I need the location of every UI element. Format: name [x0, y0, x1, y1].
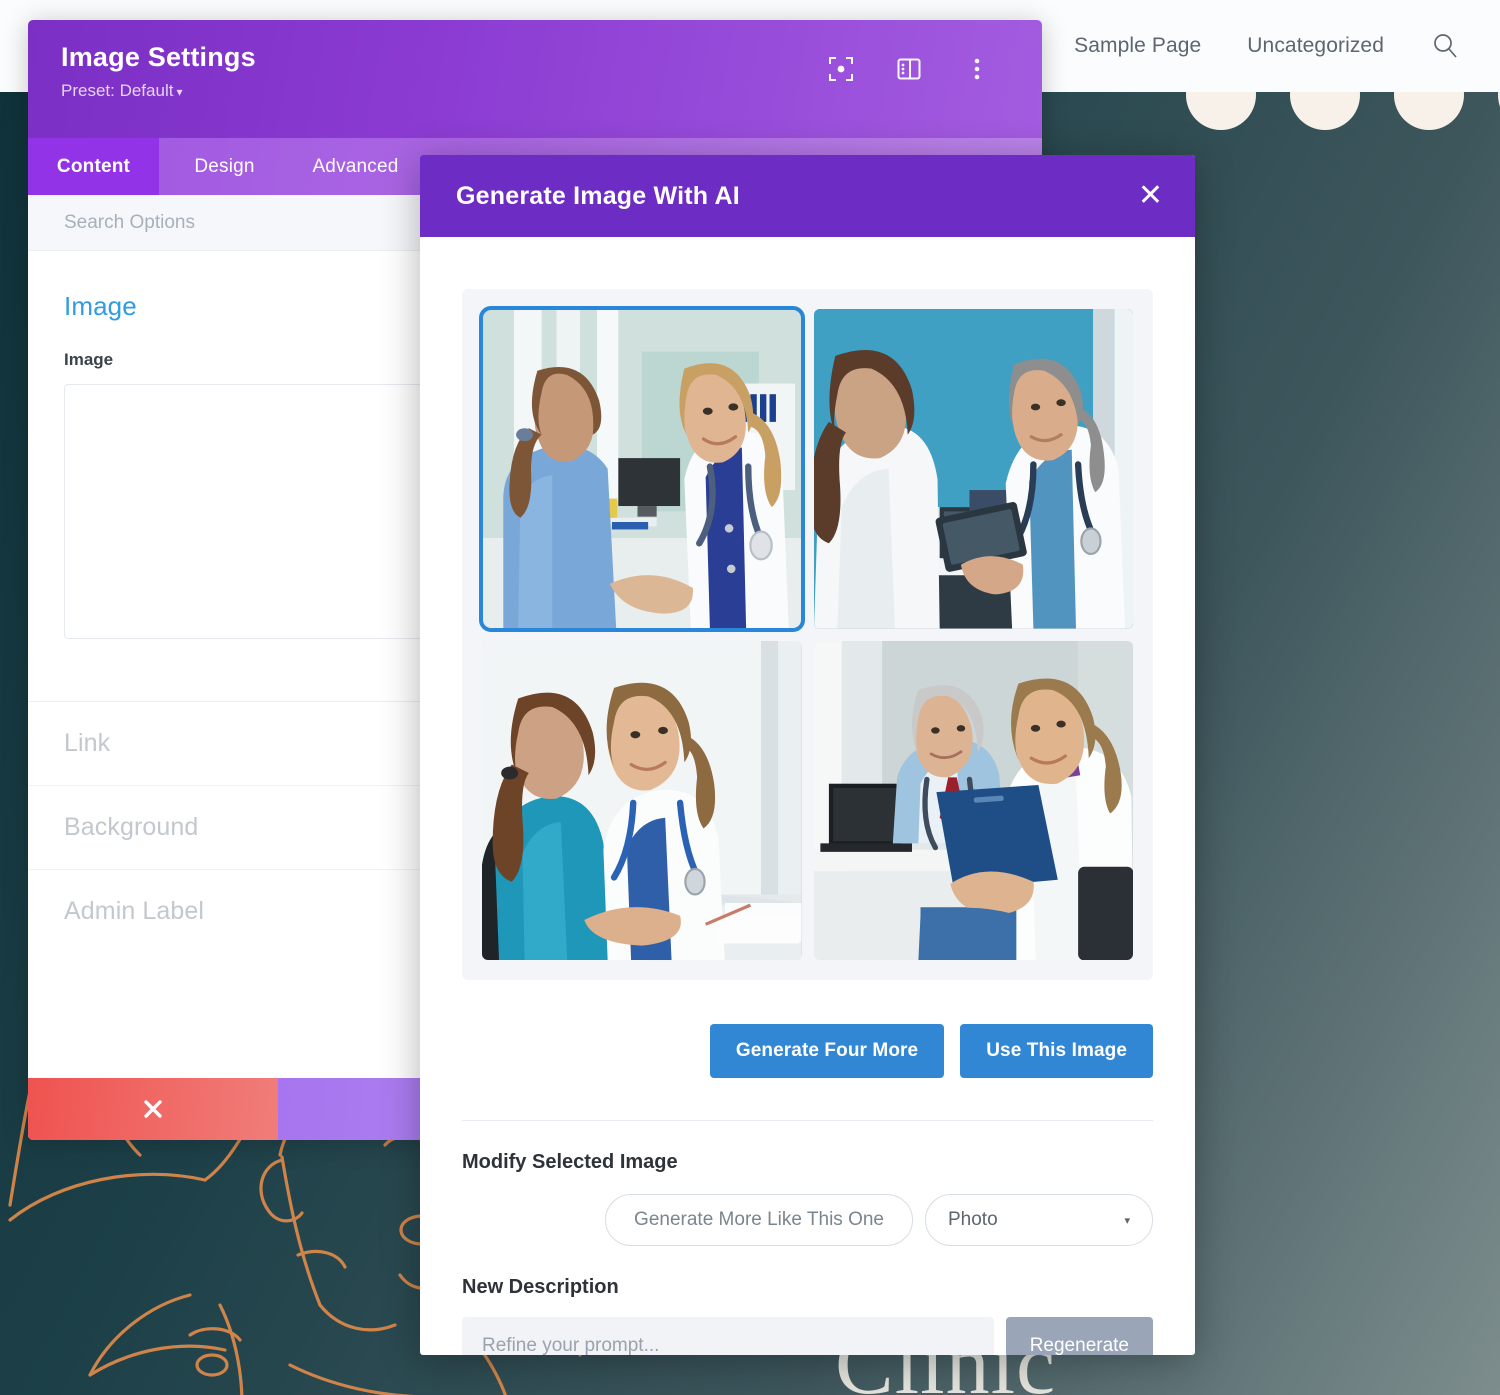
section-admin-label-label: Admin Label: [64, 897, 205, 925]
chevron-down-icon: ▾: [176, 85, 183, 99]
more-vertical-icon[interactable]: [964, 56, 990, 82]
modal-header: Generate Image With AI ✕: [420, 155, 1195, 237]
focus-icon[interactable]: [828, 56, 854, 82]
tab-content[interactable]: Content: [28, 138, 159, 195]
modal-body: Generate Four More Use This Image Modify…: [420, 237, 1195, 1355]
section-link-label: Link: [64, 729, 111, 757]
generated-images-grid: [462, 289, 1153, 980]
image-style-value: Photo: [948, 1209, 998, 1230]
tab-advanced[interactable]: Advanced: [290, 138, 421, 195]
generate-image-ai-modal: Generate Image With AI ✕ Generate Four M…: [420, 155, 1195, 1355]
modify-selected-image-label: Modify Selected Image: [462, 1151, 678, 1173]
modify-controls-row: Generate More Like This One Photo ▾: [462, 1174, 1153, 1246]
panel-header: Image Settings Preset: Default ▾: [28, 20, 1042, 138]
search-icon[interactable]: [1430, 31, 1460, 61]
scallop-circle: [1186, 92, 1256, 130]
layout-panel-icon[interactable]: [896, 56, 922, 82]
preset-label: Preset: Default: [61, 81, 174, 100]
search-options-placeholder: Search Options: [64, 211, 195, 233]
nav-sample-page[interactable]: Sample Page: [1074, 34, 1201, 58]
prompt-input[interactable]: [462, 1317, 994, 1355]
modal-primary-actions: Generate Four More Use This Image: [462, 980, 1153, 1078]
generated-image-1[interactable]: [479, 306, 805, 632]
generate-four-more-button[interactable]: Generate Four More: [709, 1024, 945, 1078]
panel-preset-selector[interactable]: Preset: Default ▾: [61, 81, 1042, 101]
panel-header-icons: [828, 56, 990, 82]
new-description-row: Regenerate: [462, 1299, 1153, 1355]
close-icon[interactable]: ✕: [1138, 181, 1163, 211]
section-background-label: Background: [64, 813, 199, 841]
generated-image-2[interactable]: [813, 309, 1133, 629]
generated-image-4[interactable]: [813, 640, 1133, 960]
generated-image-3[interactable]: [482, 640, 802, 960]
modal-title: Generate Image With AI: [456, 181, 740, 210]
generate-more-like-this-button[interactable]: Generate More Like This One: [605, 1194, 913, 1246]
scallop-circle: [1290, 92, 1360, 130]
nav-uncategorized[interactable]: Uncategorized: [1247, 34, 1384, 58]
close-x-icon: [141, 1097, 165, 1121]
tab-design[interactable]: Design: [159, 138, 290, 195]
regenerate-button[interactable]: Regenerate: [1005, 1317, 1153, 1355]
use-this-image-button[interactable]: Use This Image: [960, 1024, 1153, 1078]
chevron-down-icon: ▾: [1124, 1214, 1130, 1227]
scallop-circle: [1394, 92, 1464, 130]
image-style-select[interactable]: Photo ▾: [925, 1194, 1153, 1246]
new-description-label: New Description: [462, 1276, 619, 1298]
discard-changes-button[interactable]: [28, 1078, 278, 1140]
